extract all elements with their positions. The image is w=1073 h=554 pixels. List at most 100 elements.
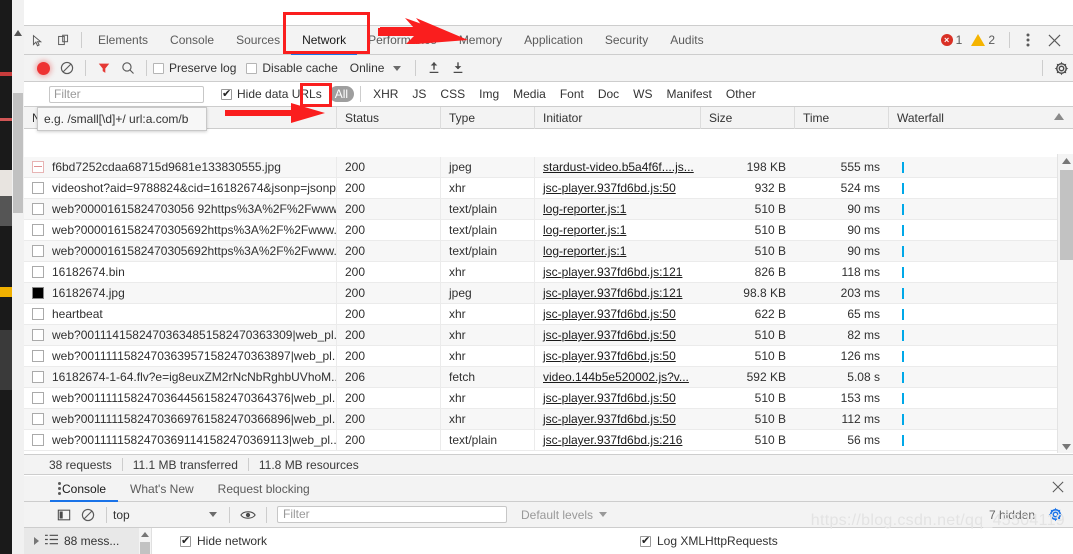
filter-type-manifest[interactable]: Manifest xyxy=(661,86,718,102)
log-xhr-checkbox[interactable]: Log XMLHttpRequests xyxy=(640,534,778,548)
request-initiator[interactable]: stardust-video.b5a4f6f....js... xyxy=(534,157,700,178)
table-row[interactable]: web?00001615824703056 92https%3A%2F%2Fww… xyxy=(24,199,1057,220)
settings-button[interactable] xyxy=(1049,57,1073,79)
drawer-tab-whats-new[interactable]: What's New xyxy=(118,476,206,502)
search-button[interactable] xyxy=(116,57,140,79)
table-row[interactable]: web?00111115824703691141582470369113|web… xyxy=(24,430,1057,451)
column-header-status[interactable]: Status xyxy=(336,107,440,129)
table-row[interactable]: web?0000161582470305692https%3A%2F%2Fwww… xyxy=(24,241,1057,262)
console-filter-input[interactable]: Filter xyxy=(277,506,507,523)
filter-type-img[interactable]: Img xyxy=(473,86,505,102)
table-row[interactable]: 16182674-1-64.flv?e=ig8euxZM2rNcNbRghbUV… xyxy=(24,367,1057,388)
filter-type-css[interactable]: CSS xyxy=(434,86,471,102)
tab-elements[interactable]: Elements xyxy=(87,26,159,55)
page-scrollbar[interactable] xyxy=(12,0,24,554)
tab-memory[interactable]: Memory xyxy=(448,26,513,55)
request-name[interactable]: web?0000161582470305692https%3A%2F%2Fwww… xyxy=(24,220,336,241)
console-sidebar-scrollbar[interactable] xyxy=(139,528,151,554)
network-request-list[interactable]: f6bd7252cdaa68715d9681e133830555.jpg 200… xyxy=(24,157,1057,453)
scroll-up-arrow-icon[interactable] xyxy=(1058,154,1073,167)
request-initiator[interactable]: jsc-player.937fd6bd.js:50 xyxy=(534,388,700,409)
tab-network[interactable]: Network xyxy=(291,26,358,55)
execution-context-select[interactable]: top xyxy=(113,508,223,522)
chevron-down-icon[interactable] xyxy=(393,65,402,71)
column-header-type[interactable]: Type xyxy=(440,107,534,129)
request-initiator[interactable]: log-reporter.js:1 xyxy=(534,220,700,241)
tab-security[interactable]: Security xyxy=(594,26,659,55)
clear-button[interactable] xyxy=(55,57,79,79)
request-name[interactable]: web?0000161582470305692https%3A%2F%2Fwww… xyxy=(24,241,336,262)
table-row[interactable]: heartbeat 200 xhr jsc-player.937fd6bd.js… xyxy=(24,304,1057,325)
filter-type-other[interactable]: Other xyxy=(720,86,762,102)
table-row[interactable]: web?00111115824703644561582470364376|web… xyxy=(24,388,1057,409)
request-initiator[interactable]: jsc-player.937fd6bd.js:121 xyxy=(534,283,700,304)
preserve-log-checkbox[interactable]: Preserve log xyxy=(153,61,236,75)
request-name[interactable]: web?00111115824703669761582470366896|web… xyxy=(24,409,336,430)
column-header-waterfall[interactable]: Waterfall xyxy=(888,107,1073,129)
tab-performance[interactable]: Performance xyxy=(357,26,448,55)
request-name[interactable]: 16182674.bin xyxy=(24,262,336,283)
scroll-up-arrow-icon[interactable] xyxy=(12,27,24,39)
more-options-icon[interactable] xyxy=(1015,27,1041,53)
filter-type-xhr[interactable]: XHR xyxy=(367,86,404,102)
console-sidebar-scrollbar-thumb[interactable] xyxy=(140,542,150,554)
chevron-right-icon[interactable] xyxy=(34,537,39,545)
request-list-scrollbar[interactable] xyxy=(1057,154,1073,453)
request-name[interactable]: heartbeat xyxy=(24,304,336,325)
table-row[interactable]: 16182674.jpg 200 jpeg jsc-player.937fd6b… xyxy=(24,283,1057,304)
tab-sources[interactable]: Sources xyxy=(225,26,291,55)
export-har-button[interactable] xyxy=(446,57,470,79)
hide-network-checkbox[interactable]: Hide network xyxy=(180,534,267,548)
table-row[interactable]: web?00111415824703634851582470363309|web… xyxy=(24,325,1057,346)
request-initiator[interactable]: jsc-player.937fd6bd.js:50 xyxy=(534,409,700,430)
console-levels-select[interactable]: Default levels xyxy=(521,508,608,522)
table-row[interactable]: web?0000161582470305692https%3A%2F%2Fwww… xyxy=(24,220,1057,241)
request-name[interactable]: web?00111115824703644561582470364376|web… xyxy=(24,388,336,409)
live-expression-button[interactable] xyxy=(236,504,260,526)
request-initiator[interactable]: jsc-player.937fd6bd.js:216 xyxy=(534,430,700,451)
request-name[interactable]: web?00111115824703691141582470369113|web… xyxy=(24,430,336,451)
column-header-initiator[interactable]: Initiator xyxy=(534,107,700,129)
filter-type-doc[interactable]: Doc xyxy=(592,86,625,102)
column-header-time[interactable]: Time xyxy=(794,107,888,129)
tab-console[interactable]: Console xyxy=(159,26,225,55)
request-name[interactable]: f6bd7252cdaa68715d9681e133830555.jpg xyxy=(24,157,336,178)
filter-type-font[interactable]: Font xyxy=(554,86,590,102)
request-initiator[interactable]: jsc-player.937fd6bd.js:50 xyxy=(534,178,700,199)
request-initiator[interactable]: jsc-player.937fd6bd.js:121 xyxy=(534,262,700,283)
drawer-tab-request-blocking[interactable]: Request blocking xyxy=(206,476,322,502)
sidebar-item-messages[interactable]: 88 mess... xyxy=(24,528,151,554)
table-row[interactable]: f6bd7252cdaa68715d9681e133830555.jpg 200… xyxy=(24,157,1057,178)
console-sidebar-toggle[interactable] xyxy=(52,504,76,526)
error-badge[interactable]: × 1 xyxy=(940,33,962,47)
scrollbar-thumb[interactable] xyxy=(1060,170,1073,260)
request-initiator[interactable]: log-reporter.js:1 xyxy=(534,241,700,262)
inspect-element-icon[interactable] xyxy=(24,27,50,53)
request-initiator[interactable]: jsc-player.937fd6bd.js:50 xyxy=(534,325,700,346)
request-name[interactable]: 16182674-1-64.flv?e=ig8euxZM2rNcNbRghbUV… xyxy=(24,367,336,388)
device-toolbar-icon[interactable] xyxy=(50,27,76,53)
request-initiator[interactable]: video.144b5e520002.js?v... xyxy=(534,367,700,388)
tab-audits[interactable]: Audits xyxy=(659,26,714,55)
clear-console-button[interactable] xyxy=(76,504,100,526)
warning-badge[interactable]: 2 xyxy=(971,33,995,47)
table-row[interactable]: 16182674.bin 200 xhr jsc-player.937fd6bd… xyxy=(24,262,1057,283)
request-initiator[interactable]: log-reporter.js:1 xyxy=(534,199,700,220)
table-row[interactable]: web?00111115824703639571582470363897|web… xyxy=(24,346,1057,367)
scroll-down-arrow-icon[interactable] xyxy=(1058,440,1073,453)
filter-input[interactable]: Filter xyxy=(49,85,204,103)
drawer-tab-console[interactable]: Console xyxy=(50,476,119,502)
scroll-up-arrow-icon[interactable] xyxy=(139,529,151,540)
request-name[interactable]: web?00111115824703639571582470363897|web… xyxy=(24,346,336,367)
console-settings-button[interactable] xyxy=(1043,504,1067,526)
drawer-close-icon[interactable] xyxy=(1052,481,1064,496)
filter-type-js[interactable]: JS xyxy=(406,86,432,102)
throttling-select[interactable]: Online xyxy=(350,61,385,75)
hide-data-urls-checkbox[interactable]: Hide data URLs xyxy=(221,87,322,101)
table-row[interactable]: videoshot?aid=9788824&cid=16182674&jsonp… xyxy=(24,178,1057,199)
page-scrollbar-thumb[interactable] xyxy=(13,93,23,213)
request-name[interactable]: videoshot?aid=9788824&cid=16182674&jsonp… xyxy=(24,178,336,199)
table-row[interactable]: web?00111115824703669761582470366896|web… xyxy=(24,409,1057,430)
request-initiator[interactable]: jsc-player.937fd6bd.js:50 xyxy=(534,304,700,325)
filter-type-media[interactable]: Media xyxy=(507,86,552,102)
